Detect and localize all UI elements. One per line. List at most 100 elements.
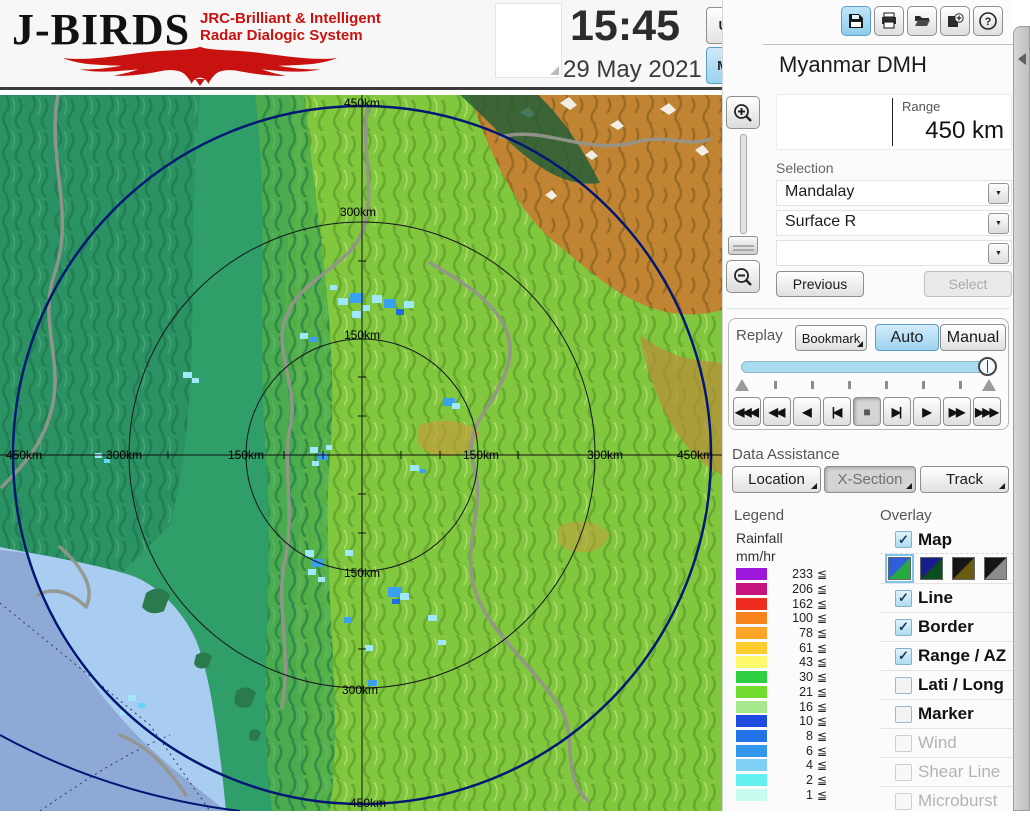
toolbar-divider: [763, 44, 1013, 45]
legend-entry: 162 ≦: [736, 596, 827, 611]
print-icon: [882, 12, 896, 29]
overlay-item-map[interactable]: ✓ Map: [880, 526, 1013, 554]
line-checkbox[interactable]: ✓: [895, 589, 912, 607]
map-style-dark-blue[interactable]: [920, 557, 943, 580]
step-back-button[interactable]: |◀: [823, 397, 851, 426]
replay-label: Replay: [736, 327, 783, 344]
replay-slider-handle[interactable]: [978, 357, 997, 376]
stop-button[interactable]: ■: [853, 397, 881, 426]
control-panel: ? Myanmar DMH Range 450 km Selection Man…: [722, 0, 1013, 811]
rewind-fast-button[interactable]: ◀◀: [763, 397, 791, 426]
chevron-down-icon[interactable]: ▼: [988, 243, 1009, 264]
legend-entry: 30 ≦: [736, 670, 827, 685]
legend-entry: 61 ≦: [736, 640, 827, 655]
range-value: 450 km: [925, 117, 1004, 144]
save-button[interactable]: [841, 6, 871, 36]
xsection-menu-button[interactable]: X-Section: [824, 466, 916, 493]
station-dropdown[interactable]: Mandalay ▼: [776, 180, 1012, 206]
overlay-item-lati-long[interactable]: Lati / Long: [880, 671, 1013, 700]
ring-label: 150km: [228, 448, 264, 462]
clock-time: 15:45: [570, 2, 680, 50]
legend-entry: 4 ≦: [736, 758, 827, 773]
legend-label: Legend: [734, 507, 785, 524]
auto-button[interactable]: Auto: [875, 324, 939, 351]
chevron-down-icon[interactable]: ▼: [988, 183, 1009, 204]
microburst-checkbox: [895, 792, 912, 810]
panel-divider: [727, 308, 1010, 309]
overlay-item-range-az[interactable]: ✓ Range / AZ: [880, 642, 1013, 671]
product-dropdown[interactable]: Surface R ▼: [776, 210, 1012, 236]
radar-map-canvas[interactable]: 450km 300km 150km 150km 300km 450km 450k…: [0, 93, 722, 812]
ring-label: 300km: [106, 448, 142, 462]
range-box: Range 450 km: [776, 94, 1012, 150]
ring-label: 300km: [342, 683, 378, 697]
svg-text:?: ?: [985, 16, 992, 28]
add-image-button[interactable]: [940, 6, 970, 36]
overlay-item-marker[interactable]: Marker: [880, 700, 1013, 729]
wind-checkbox: [895, 734, 912, 752]
manual-button[interactable]: Manual: [940, 324, 1006, 351]
add-image-icon: [948, 13, 964, 27]
help-button[interactable]: ?: [973, 6, 1003, 36]
slider-start-marker[interactable]: [735, 379, 749, 391]
overlay-item-border[interactable]: ✓ Border: [880, 613, 1013, 642]
border-checkbox[interactable]: ✓: [895, 618, 912, 636]
ring-label: 450km: [677, 448, 713, 462]
map-style-picker: [880, 554, 1013, 584]
select-button[interactable]: Select: [924, 271, 1012, 297]
bookmark-menu-button[interactable]: Bookmark: [795, 325, 867, 351]
forward-fast-button[interactable]: ▶▶: [943, 397, 971, 426]
save-icon: [849, 14, 863, 28]
chevron-down-icon[interactable]: ▼: [988, 213, 1009, 234]
zoom-out-button[interactable]: [726, 260, 760, 293]
legend-entry: 100 ≦: [736, 611, 827, 626]
range-az-checkbox[interactable]: ✓: [895, 647, 912, 665]
selection-label: Selection: [776, 160, 834, 176]
annotation-note-box[interactable]: [495, 3, 562, 78]
open-folder-icon: [915, 16, 930, 26]
rewind-full-button[interactable]: ◀◀◀: [733, 397, 761, 426]
ring-label: 300km: [340, 205, 376, 219]
step-forward-button[interactable]: ▶|: [883, 397, 911, 426]
map-style-color[interactable]: [885, 554, 914, 583]
legend-entry: 206 ≦: [736, 582, 827, 597]
print-button[interactable]: [874, 6, 904, 36]
location-menu-button[interactable]: Location: [732, 466, 821, 493]
slider-end-marker[interactable]: [982, 379, 996, 391]
ring-label: 450km: [6, 448, 42, 462]
map-style-gray[interactable]: [984, 557, 1007, 580]
station-name: Myanmar DMH: [779, 52, 927, 77]
legend-entry: 2 ≦: [736, 773, 827, 788]
play-backward-button[interactable]: ◀: [793, 397, 821, 426]
map-checkbox[interactable]: ✓: [895, 531, 912, 548]
map-zoom-slider-handle[interactable]: [728, 236, 758, 255]
legend-entry: 233 ≦: [736, 567, 827, 582]
panel-collapse-strip[interactable]: [1013, 26, 1030, 811]
playback-controls: ◀◀◀ ◀◀ ◀ |◀ ■ ▶| ▶ ▶▶ ▶▶▶: [733, 397, 1001, 426]
map-zoom-slider-track[interactable]: [740, 134, 747, 234]
legend-entry: 21 ≦: [736, 685, 827, 700]
previous-button[interactable]: Previous: [776, 271, 864, 297]
overlay-list: ✓ Map ✓ Line ✓ Border ✓ Range / AZ Lati …: [880, 526, 1013, 811]
rainfall-legend: 233 ≦ 206 ≦ 162 ≦ 100 ≦ 78 ≦ 61 ≦ 43 ≦ 30 ≦ 21 ≦ …: [736, 567, 827, 802]
ring-label: 150km: [344, 566, 380, 580]
overlay-item-wind: Wind: [880, 729, 1013, 758]
ring-label: 450km: [350, 796, 386, 810]
ring-label: 150km: [463, 448, 499, 462]
lati-long-checkbox[interactable]: [895, 676, 912, 694]
play-forward-button[interactable]: ▶: [913, 397, 941, 426]
overlay-item-line[interactable]: ✓ Line: [880, 584, 1013, 613]
marker-checkbox[interactable]: [895, 705, 912, 723]
replay-slider-track[interactable]: [741, 361, 993, 373]
app-logo-subtitle: JRC-Brilliant & Intelligent Radar Dialog…: [200, 10, 381, 44]
track-menu-button[interactable]: Track: [920, 466, 1009, 493]
ring-label: 300km: [587, 448, 623, 462]
range-label: Range: [902, 99, 941, 114]
open-folder-button[interactable]: [907, 6, 937, 36]
replay-group: Replay Bookmark Auto Manual ◀◀◀ ◀◀ ◀ |◀ …: [728, 318, 1009, 430]
radar-map[interactable]: 450km 300km 150km 150km 300km 450km 450k…: [0, 93, 722, 812]
map-style-olive[interactable]: [952, 557, 975, 580]
option-dropdown[interactable]: ▼: [776, 240, 1012, 266]
zoom-in-button[interactable]: [726, 96, 760, 129]
forward-full-button[interactable]: ▶▶▶: [973, 397, 1001, 426]
